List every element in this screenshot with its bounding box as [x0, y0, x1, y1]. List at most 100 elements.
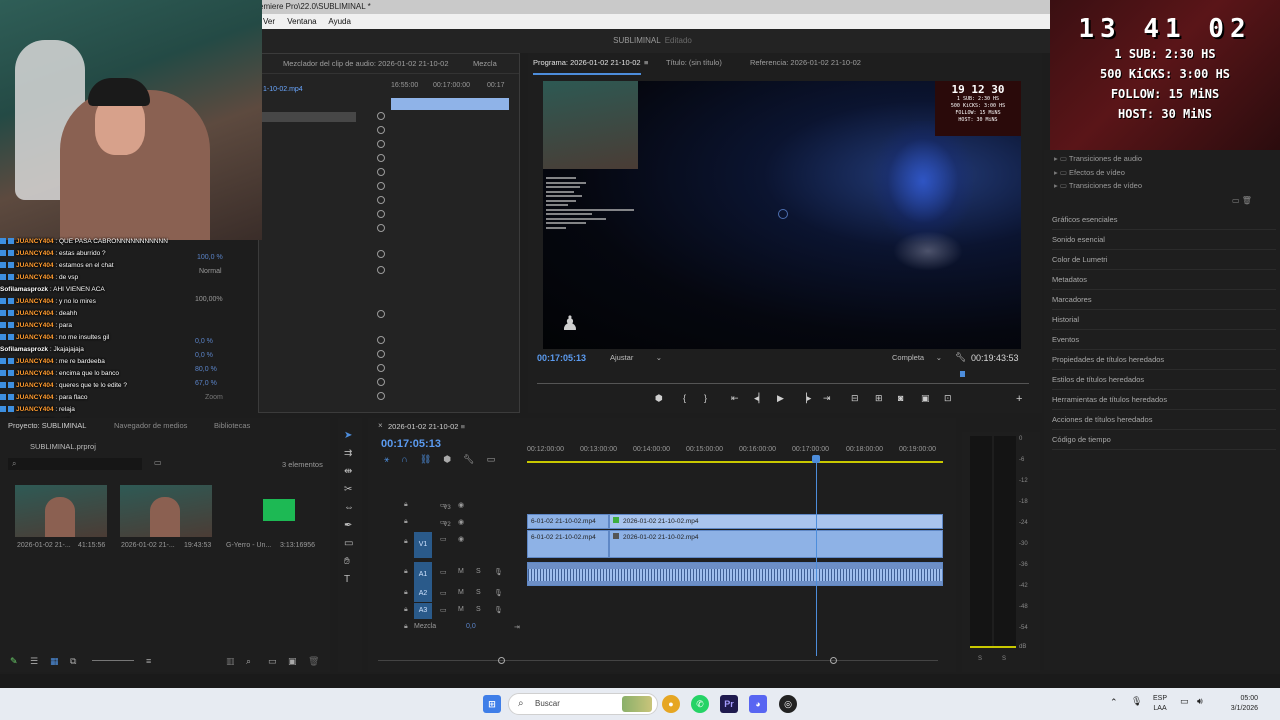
- reset-icon[interactable]: [377, 140, 385, 148]
- premiere-icon[interactable]: Pr: [720, 695, 738, 713]
- work-area-bar[interactable]: [527, 461, 943, 463]
- solo-icon[interactable]: S: [476, 606, 481, 613]
- menu-icon[interactable]: ≡: [461, 422, 465, 431]
- discord-icon[interactable]: ◕: [749, 695, 767, 713]
- new-bin-icon[interactable]: ▭: [268, 656, 277, 667]
- timeline-timecode[interactable]: 00:17:05:13: [381, 438, 441, 450]
- ripple-edit-tool-icon[interactable]: ⇹: [344, 466, 352, 477]
- mixer-row-selected[interactable]: [261, 112, 356, 122]
- list-view-icon[interactable]: ☰: [30, 656, 38, 667]
- program-playhead[interactable]: [960, 371, 965, 377]
- whatsapp-icon[interactable]: ✆: [691, 695, 709, 713]
- reset-icon[interactable]: [377, 154, 385, 162]
- new-bin-icon[interactable]: ▭ 🗑︎: [1232, 196, 1252, 205]
- menu-view[interactable]: Ver: [263, 17, 275, 26]
- reset-icon[interactable]: [377, 364, 385, 372]
- mute-icon[interactable]: M: [458, 568, 464, 575]
- tab-title[interactable]: Título: (sin título): [666, 53, 722, 73]
- sequence-tab[interactable]: 2026-01-02 21-10-02 ≡: [388, 422, 465, 431]
- mute-icon[interactable]: M: [458, 589, 464, 596]
- windows-start-icon[interactable]: ⊞: [483, 695, 501, 713]
- timeline-zoom-scrollbar[interactable]: [378, 660, 938, 661]
- captions-icon[interactable]: ▭: [487, 454, 508, 464]
- mixer-tab[interactable]: Mezclador del clip de audio: 2026-01-02 …: [259, 54, 519, 74]
- reset-icon[interactable]: [377, 196, 385, 204]
- safe-margins-icon[interactable]: ⊡: [944, 393, 952, 404]
- slip-tool-icon[interactable]: ⇔: [344, 502, 354, 513]
- step-back-icon[interactable]: ◂▏: [754, 393, 765, 404]
- panel-events[interactable]: Eventos: [1052, 330, 1276, 350]
- hand-tool-icon[interactable]: ✋︎: [344, 556, 350, 567]
- mixer-clip-bar[interactable]: [391, 98, 509, 110]
- lift-icon[interactable]: ⊟: [851, 393, 859, 404]
- lock-icon[interactable]: 🔒︎: [404, 623, 408, 631]
- reset-icon[interactable]: [377, 112, 385, 120]
- sync-lock-icon[interactable]: ▭: [440, 501, 447, 509]
- solo-icon[interactable]: S: [476, 568, 481, 575]
- fit-dropdown[interactable]: Ajustar ⌄: [610, 353, 662, 362]
- folder-video-transitions[interactable]: Transiciones de vídeo: [1054, 181, 1142, 190]
- microphone-icon[interactable]: 🎙︎: [494, 606, 503, 614]
- menu-icon[interactable]: ≡: [644, 53, 648, 73]
- timeline-clip[interactable]: 6-01-02 21-10-02.mp4: [527, 530, 609, 558]
- track-select-tool-icon[interactable]: ⇉: [344, 448, 352, 459]
- lock-icon[interactable]: 🔒︎: [404, 589, 408, 597]
- linked-selection-icon[interactable]: ⛓: [420, 454, 443, 464]
- menu-help[interactable]: Ayuda: [328, 17, 351, 26]
- icon-view-icon[interactable]: ▦: [50, 656, 59, 667]
- mute-icon[interactable]: M: [458, 606, 464, 613]
- panel-markers[interactable]: Marcadores: [1052, 290, 1276, 310]
- playhead-handle[interactable]: [812, 455, 820, 463]
- microphone-icon[interactable]: 🎙︎: [1131, 696, 1142, 707]
- timeline-clip[interactable]: 2026-01-02 21-10-02.mp4: [609, 530, 943, 558]
- trash-icon[interactable]: 🗑︎: [308, 656, 319, 667]
- type-tool-icon[interactable]: T: [344, 574, 350, 585]
- selection-tool-icon[interactable]: ➤: [344, 430, 352, 441]
- panel-legacy-title-styles[interactable]: Estilos de títulos heredados: [1052, 370, 1276, 390]
- step-forward-icon[interactable]: ▕▸: [800, 393, 811, 404]
- microphone-icon[interactable]: 🎙︎: [494, 589, 503, 597]
- obs-icon[interactable]: ◎: [779, 695, 797, 713]
- reset-icon[interactable]: [377, 350, 385, 358]
- play-icon[interactable]: ▶: [777, 393, 784, 404]
- reset-icon[interactable]: [377, 224, 385, 232]
- program-timecode[interactable]: 00:17:05:13: [537, 353, 586, 363]
- lock-icon[interactable]: 🔒︎: [404, 518, 408, 526]
- mark-out-icon[interactable]: }: [704, 393, 707, 403]
- eye-icon[interactable]: ◉: [458, 535, 464, 543]
- mix-value[interactable]: 0,0: [466, 623, 476, 630]
- lock-icon[interactable]: 🔒︎: [404, 568, 408, 576]
- bin-icon[interactable]: ▭: [154, 458, 162, 467]
- sync-lock-icon[interactable]: ▭: [440, 589, 447, 597]
- sync-lock-icon[interactable]: ▭: [440, 606, 447, 614]
- sort-icon[interactable]: ≡: [146, 656, 151, 666]
- reset-icon[interactable]: [377, 210, 385, 218]
- zoom-slider[interactable]: [92, 660, 134, 661]
- chrome-icon[interactable]: ●: [662, 695, 680, 713]
- timeline-playhead[interactable]: [816, 456, 817, 656]
- lock-icon[interactable]: 🔒︎: [404, 501, 408, 509]
- menu-window[interactable]: Ventana: [287, 17, 316, 26]
- sync-lock-icon[interactable]: ▭: [440, 518, 447, 526]
- keyboard-language[interactable]: ESP LAA: [1153, 694, 1167, 714]
- video-preview[interactable]: 19 12 30 1 SUB: 2:30 HS 500 KiCKS: 3:00 …: [543, 81, 1021, 349]
- media-thumb[interactable]: [15, 485, 107, 537]
- folder-audio-transitions[interactable]: Transiciones de audio: [1054, 154, 1142, 163]
- solo-left-button[interactable]: S: [978, 656, 982, 662]
- sync-lock-icon[interactable]: ▭: [440, 535, 447, 543]
- find-icon[interactable]: ⌕: [246, 656, 251, 667]
- timeline-clip[interactable]: 6-01-02 21-10-02.mp4: [527, 514, 609, 529]
- program-scrubber[interactable]: [537, 383, 1029, 384]
- wrench-icon[interactable]: 🔧︎: [955, 352, 966, 363]
- audio-clip[interactable]: [527, 562, 943, 586]
- panel-metadata[interactable]: Metadatos: [1052, 270, 1276, 290]
- panel-timecode[interactable]: Código de tiempo: [1052, 430, 1276, 450]
- reset-icon[interactable]: [377, 126, 385, 134]
- automate-icon[interactable]: ▥: [226, 656, 235, 667]
- reset-icon[interactable]: [377, 310, 385, 318]
- chevron-up-icon[interactable]: ⌃: [1110, 697, 1118, 708]
- settings-wrench-icon[interactable]: 🔧︎: [463, 454, 486, 464]
- scroll-handle-left[interactable]: [498, 657, 505, 664]
- add-marker-icon[interactable]: ⬢: [443, 454, 463, 464]
- tab-project[interactable]: Proyecto: SUBLIMINAL: [8, 418, 86, 434]
